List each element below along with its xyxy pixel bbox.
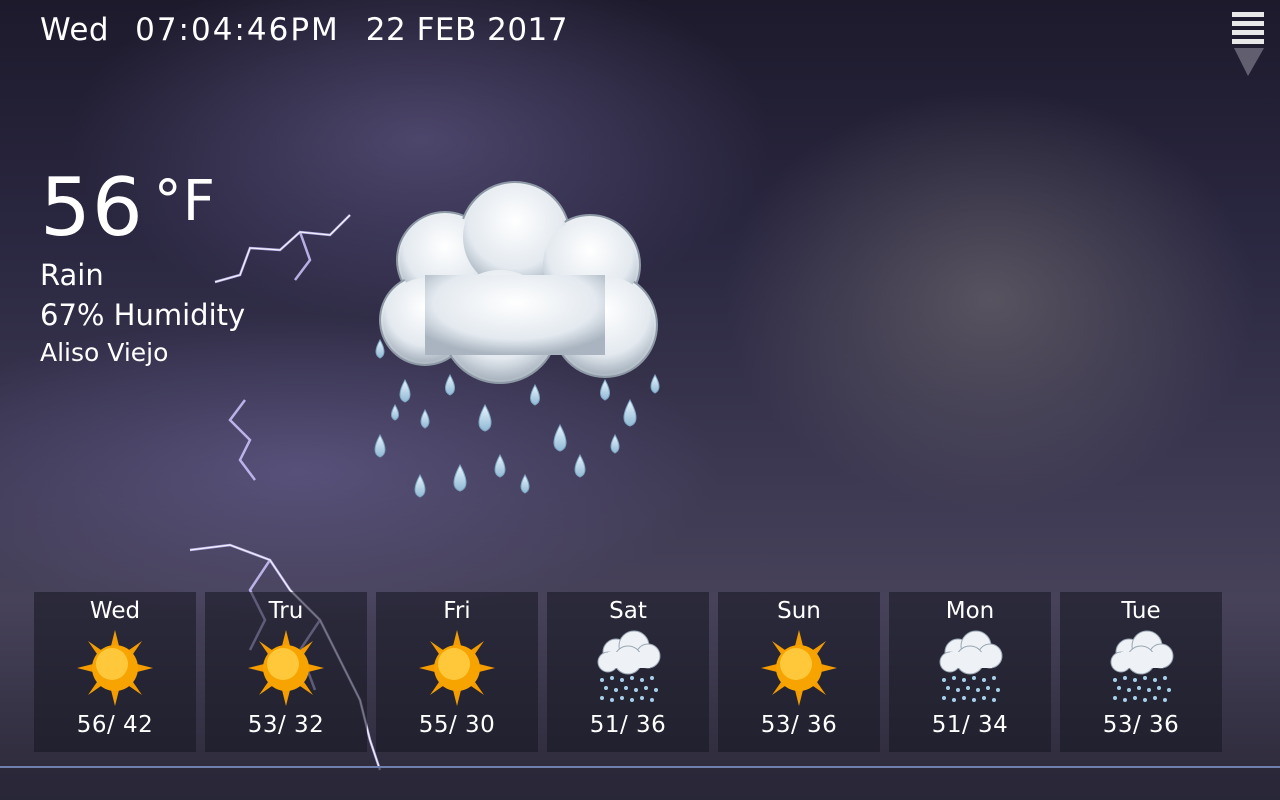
- forecast-strip: Wed 56/ 42 Tru 53/ 32 Fri 55/ 30 Sat 51/…: [34, 592, 1224, 754]
- rain-cloud-icon: [939, 630, 1003, 702]
- forecast-hi-lo: 53/ 36: [760, 712, 838, 738]
- forecast-day[interactable]: Tru 53/ 32: [205, 592, 367, 752]
- forecast-day[interactable]: Mon 51/ 34: [889, 592, 1051, 752]
- forecast-day[interactable]: Sat 51/ 36: [547, 592, 709, 752]
- temperature-unit: °F: [153, 169, 217, 234]
- temperature-value: 56: [40, 161, 144, 254]
- forecast-hi-lo: 53/ 32: [247, 712, 325, 738]
- rain-cloud-icon: [597, 630, 661, 702]
- forecast-day-name: Tue: [1121, 598, 1161, 624]
- current-location[interactable]: Aliso Viejo: [40, 338, 245, 367]
- forecast-day-name: Sat: [609, 598, 647, 624]
- current-weather: 56 °F Rain 67% Humidity Aliso Viejo: [40, 168, 246, 368]
- header-date: 22 FEB 2017: [365, 12, 568, 48]
- forecast-hi-lo: 53/ 36: [1102, 712, 1180, 738]
- forecast-hi-lo: 51/ 34: [931, 712, 1009, 738]
- rain-cloud-icon: [350, 175, 690, 520]
- sun-icon: [761, 630, 837, 706]
- forecast-day-name: Mon: [945, 598, 995, 624]
- header-day: Wed: [40, 12, 110, 48]
- sun-icon: [77, 630, 153, 706]
- forecast-day[interactable]: Sun 53/ 36: [718, 592, 880, 752]
- forecast-day-name: Sun: [777, 598, 821, 624]
- status-bar: Wed 07:04:46PM 22 FEB 2017: [40, 12, 568, 48]
- forecast-hi-lo: 55/ 30: [418, 712, 496, 738]
- current-humidity: 67% Humidity: [40, 298, 246, 332]
- bottom-bar: [0, 768, 1280, 800]
- current-temperature: 56 °F: [40, 168, 245, 248]
- forecast-day[interactable]: Tue 53/ 36: [1060, 592, 1222, 752]
- forecast-day[interactable]: Fri 55/ 30: [376, 592, 538, 752]
- forecast-day-name: Fri: [443, 598, 471, 624]
- forecast-hi-lo: 56/ 42: [76, 712, 154, 738]
- sun-icon: [419, 630, 495, 706]
- forecast-hi-lo: 51/ 36: [589, 712, 667, 738]
- hamburger-menu-icon[interactable]: [1230, 6, 1268, 78]
- sun-icon: [248, 630, 324, 706]
- current-condition: Rain: [40, 258, 104, 292]
- forecast-day[interactable]: Wed 56/ 42: [34, 592, 196, 752]
- forecast-day-name: Tru: [268, 598, 304, 624]
- header-time: 07:04:46PM: [135, 12, 340, 48]
- forecast-day-name: Wed: [89, 598, 141, 624]
- rain-cloud-icon: [1110, 630, 1174, 702]
